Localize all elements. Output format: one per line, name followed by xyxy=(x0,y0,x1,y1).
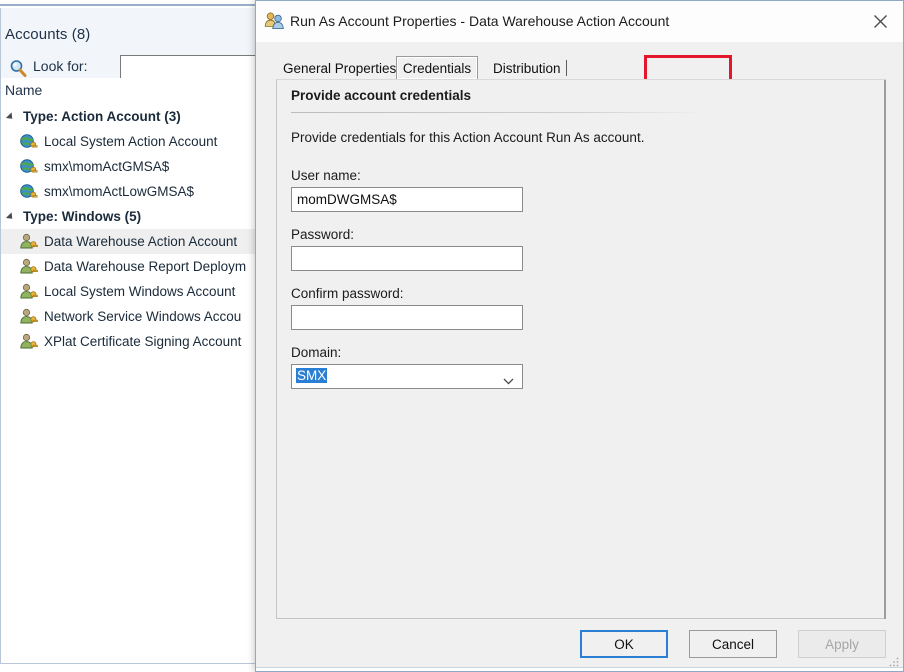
domain-label: Domain: xyxy=(291,345,523,360)
action-account-icon xyxy=(19,157,38,176)
ok-button[interactable]: OK xyxy=(580,630,668,658)
domain-combobox[interactable]: SMX xyxy=(291,364,523,389)
tab-distribution-label: Distribution xyxy=(493,61,561,76)
tab-distribution[interactable]: Distribution xyxy=(486,56,568,80)
cancel-button[interactable]: Cancel xyxy=(689,630,777,658)
credentials-tab-panel: Provide account credentials Provide cred… xyxy=(276,79,886,619)
list-item[interactable]: Network Service Windows Accou xyxy=(1,304,257,329)
windows-account-icon xyxy=(19,332,38,351)
confirm-password-input[interactable] xyxy=(291,305,523,330)
list-item-selected[interactable]: Data Warehouse Action Account xyxy=(1,229,257,254)
search-icon xyxy=(9,59,27,77)
password-input[interactable] xyxy=(291,246,523,271)
apply-button: Apply xyxy=(798,630,886,658)
cancel-button-label: Cancel xyxy=(712,637,754,652)
username-field-group: User name: xyxy=(291,168,523,212)
action-account-icon xyxy=(19,182,38,201)
dialog-footer: OK Cancel Apply xyxy=(256,619,903,671)
ok-button-label: OK xyxy=(614,637,634,652)
tab-credentials-label: Credentials xyxy=(403,61,471,76)
username-input[interactable] xyxy=(291,187,523,212)
list-item[interactable]: Data Warehouse Report Deploym xyxy=(1,254,257,279)
accounts-list[interactable]: Type: Action Account (3) Local System Ac… xyxy=(0,104,258,664)
list-item-label: smx\momActLowGMSA$ xyxy=(44,184,194,199)
list-item[interactable]: Local System Action Account xyxy=(1,129,257,154)
domain-field-group: Domain: SMX xyxy=(291,345,523,389)
run-as-account-icon xyxy=(264,11,285,31)
list-item[interactable]: Local System Windows Account xyxy=(1,279,257,304)
section-divider xyxy=(291,112,701,113)
apply-button-label: Apply xyxy=(825,637,859,652)
chevron-down-icon xyxy=(7,111,19,123)
name-column-header-label: Name xyxy=(5,82,42,98)
chevron-down-icon[interactable] xyxy=(503,373,514,380)
username-label: User name: xyxy=(291,168,523,183)
action-account-icon xyxy=(19,132,38,151)
dialog-tabstrip: General Properties Credentials Distribut… xyxy=(276,56,886,80)
list-item-label: Network Service Windows Accou xyxy=(44,309,241,324)
section-instruction: Provide credentials for this Action Acco… xyxy=(291,130,644,145)
look-for-label: Look for: xyxy=(33,58,87,74)
windows-account-icon xyxy=(19,307,38,326)
list-item-label: XPlat Certificate Signing Account xyxy=(44,334,241,349)
accounts-title: Accounts (8) xyxy=(5,26,90,43)
confirm-password-field-group: Confirm password: xyxy=(291,286,523,330)
list-item[interactable]: smx\momActLowGMSA$ xyxy=(1,179,257,204)
password-field-group: Password: xyxy=(291,227,523,271)
tab-general-properties[interactable]: General Properties xyxy=(276,56,403,80)
list-item-label: Data Warehouse Action Account xyxy=(44,234,237,249)
name-column-header: Name xyxy=(0,78,258,104)
tab-focus-caret xyxy=(566,60,567,76)
close-icon[interactable] xyxy=(857,1,903,42)
windows-account-icon xyxy=(19,282,38,301)
tab-general-properties-label: General Properties xyxy=(283,61,396,76)
list-item-label: smx\momActGMSA$ xyxy=(44,159,169,174)
console-top-divider xyxy=(0,0,258,6)
list-item-label: Local System Action Account xyxy=(44,134,217,149)
list-item[interactable]: XPlat Certificate Signing Account xyxy=(1,329,257,354)
chevron-down-icon xyxy=(7,211,19,223)
list-group-label: Type: Action Account (3) xyxy=(23,109,181,124)
list-item[interactable]: smx\momActGMSA$ xyxy=(1,154,257,179)
password-label: Password: xyxy=(291,227,523,242)
list-group-header[interactable]: Type: Windows (5) xyxy=(1,204,257,229)
operations-console-panel: Accounts (8) Look for: Name Type: Action… xyxy=(0,0,258,672)
dialog-titlebar: Run As Account Properties - Data Warehou… xyxy=(256,1,903,42)
windows-account-icon xyxy=(19,232,38,251)
tab-credentials[interactable]: Credentials xyxy=(396,56,478,80)
list-item-label: Data Warehouse Report Deploym xyxy=(44,259,246,274)
footer-divider xyxy=(256,667,903,671)
list-item-label: Local System Windows Account xyxy=(44,284,235,299)
domain-selected-value: SMX xyxy=(296,368,327,383)
confirm-password-label: Confirm password: xyxy=(291,286,523,301)
list-group-header[interactable]: Type: Action Account (3) xyxy=(1,104,257,129)
list-group-label: Type: Windows (5) xyxy=(23,209,141,224)
section-heading: Provide account credentials xyxy=(291,88,471,103)
dialog-title: Run As Account Properties - Data Warehou… xyxy=(290,13,669,29)
panel-right-edge xyxy=(884,80,886,620)
windows-account-icon xyxy=(19,257,38,276)
accounts-header: Accounts (8) Look for: xyxy=(0,8,258,78)
run-as-account-properties-dialog: Run As Account Properties - Data Warehou… xyxy=(255,0,904,672)
